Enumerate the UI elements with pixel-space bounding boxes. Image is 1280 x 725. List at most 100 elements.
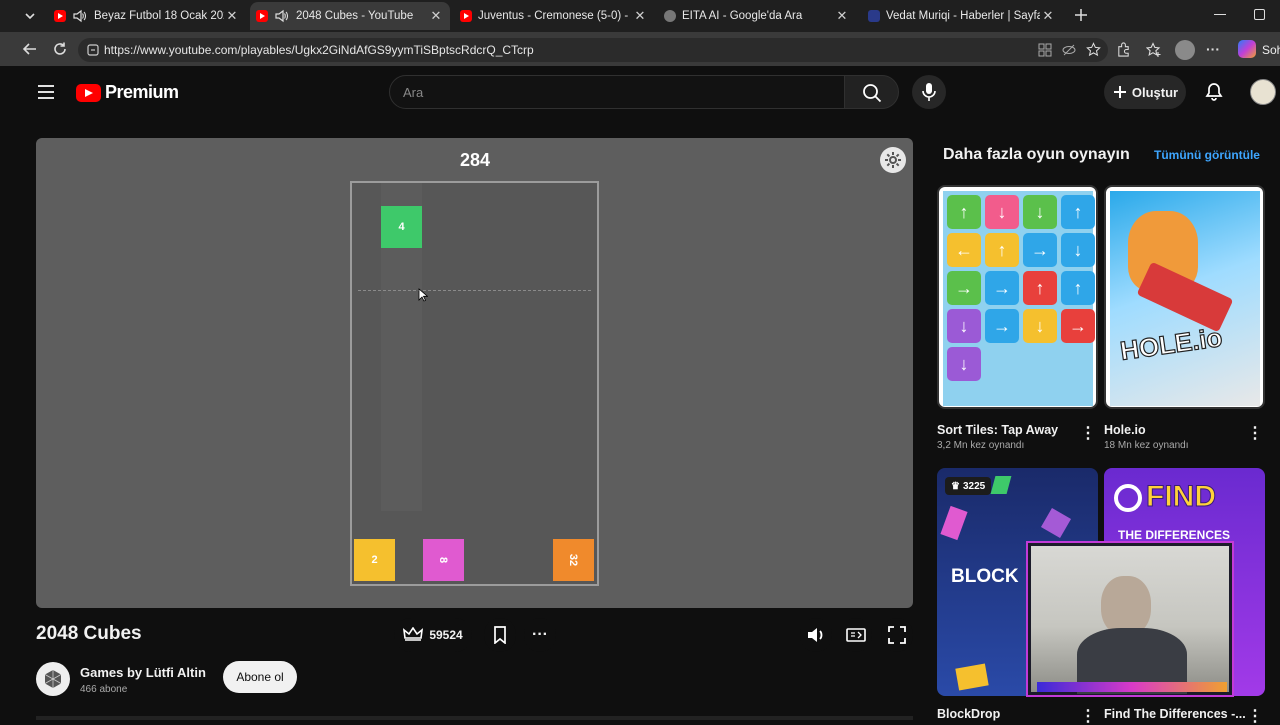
subscriber-count: 466 abone <box>80 684 128 695</box>
channel-avatar[interactable] <box>36 662 70 696</box>
tab-2048-cubes[interactable]: 2048 Cubes - YouTube ✕ <box>250 2 450 30</box>
save-button[interactable] <box>484 618 516 652</box>
game-title-find-differences[interactable]: Find The Differences -... <box>1104 707 1246 721</box>
volume-icon <box>808 628 823 642</box>
more-actions-button[interactable]: ··· <box>524 618 556 652</box>
crown-icon: ♛ <box>951 480 960 492</box>
reload-icon[interactable] <box>52 41 68 57</box>
game-plays-sort-tiles: 3,2 Mn kez oynandı <box>937 440 1025 451</box>
settings-gear-icon[interactable] <box>880 147 906 173</box>
profile-avatar-icon[interactable] <box>1175 40 1195 60</box>
copilot-label[interactable]: Soh <box>1262 43 1280 57</box>
sidebar-heading: Daha fazla oyun oynayın <box>943 146 1130 163</box>
google-icon <box>664 10 676 22</box>
sort-tiles-thumbnail: ↑ ↓ ↓ ↑ ← ↑ → ↓ → → ↑ ↑ ↓ → ↓ → ↓ <box>943 191 1095 406</box>
more-horizontal-icon: ··· <box>532 626 548 643</box>
new-tab-plus-icon[interactable] <box>1072 6 1090 24</box>
tracking-prevention-icon[interactable] <box>1062 43 1076 57</box>
game-title-sort-tiles[interactable]: Sort Tiles: Tap Away <box>937 423 1058 437</box>
fullscreen-button[interactable] <box>881 618 913 652</box>
channel-logo-icon <box>44 670 62 688</box>
extensions-icon[interactable] <box>1116 42 1131 57</box>
maximize-icon[interactable] <box>1254 9 1265 20</box>
tab-title: Vedat Muriqi - Haberler | Sayfa 4 | <box>886 10 1040 22</box>
theater-mode-button[interactable] <box>840 618 872 652</box>
tab-title: 2048 Cubes - YouTube <box>296 10 414 22</box>
game-title-hole-io[interactable]: Hole.io <box>1104 423 1146 437</box>
cube-8: 8 <box>423 539 464 581</box>
cube-4[interactable]: 4 <box>381 206 422 248</box>
create-label: Oluştur <box>1131 84 1179 100</box>
crown-icon <box>403 627 424 641</box>
search-placeholder: Ara <box>403 85 424 100</box>
copilot-icon[interactable] <box>1238 40 1256 58</box>
youtube-icon <box>460 10 472 22</box>
game-card-hole-io[interactable]: HOLE.io <box>1104 185 1265 409</box>
webcam-overlay <box>1028 543 1232 695</box>
more-vertical-icon[interactable]: ⋮ <box>1247 426 1263 442</box>
subscribe-label: Abone ol <box>236 670 284 684</box>
site-info-icon[interactable] <box>86 43 100 57</box>
bookmark-icon <box>494 626 506 644</box>
subscribe-button[interactable]: Abone ol <box>223 661 297 693</box>
close-icon[interactable]: ✕ <box>834 8 850 24</box>
game-score: 284 <box>459 150 491 170</box>
more-vertical-icon[interactable]: ⋮ <box>1247 709 1263 725</box>
create-button[interactable]: Oluştur <box>1104 75 1186 109</box>
tab-list-chevron-icon[interactable] <box>22 8 38 24</box>
game-title: 2048 Cubes <box>36 623 142 644</box>
like-count: 59524 <box>429 628 463 642</box>
notifications-bell-icon[interactable] <box>1204 82 1224 102</box>
youtube-icon <box>54 10 66 22</box>
close-icon[interactable]: ✕ <box>1040 8 1056 24</box>
tab-google-search[interactable]: EİTA AI - Google'da Ara ✕ <box>658 2 856 30</box>
like-button[interactable]: 59524 <box>394 618 472 652</box>
logo-text: Premium <box>105 82 179 102</box>
tab-juventus[interactable]: Juventus - Cremonese (5-0) - Ma... ✕ <box>454 2 654 30</box>
fullscreen-icon <box>888 626 906 644</box>
back-arrow-icon[interactable] <box>22 41 38 57</box>
favorites-icon[interactable] <box>1146 42 1162 58</box>
more-menu-icon[interactable]: ··· <box>1206 41 1220 57</box>
search-button[interactable] <box>844 75 899 109</box>
minimize-icon[interactable] <box>1214 14 1226 15</box>
channel-name[interactable]: Games by Lütfi Altin <box>80 665 206 680</box>
blockdrop-art-text: BLOCK <box>951 566 1019 587</box>
crown-badge: ♛ 3225 <box>945 477 992 495</box>
microphone-icon <box>922 83 936 101</box>
game-card-sort-tiles[interactable]: ↑ ↓ ↓ ↑ ← ↑ → ↓ → → ↑ ↑ ↓ → ↓ → ↓ <box>937 185 1098 409</box>
find-art-subtext: THE DIFFERENCES <box>1118 528 1231 542</box>
hole-io-art-text: HOLE.io <box>1118 321 1225 366</box>
cube-2: 2 <box>354 539 395 581</box>
speaker-icon[interactable] <box>72 9 86 23</box>
close-icon[interactable]: ✕ <box>224 8 240 24</box>
voice-search-button[interactable] <box>912 75 946 109</box>
close-icon[interactable]: ✕ <box>428 8 444 24</box>
cube-32: 32 <box>553 539 594 581</box>
close-icon[interactable]: ✕ <box>632 8 648 24</box>
youtube-logo[interactable]: Premium <box>76 82 179 103</box>
favorite-star-icon[interactable] <box>1086 42 1101 57</box>
drop-line <box>358 290 591 291</box>
more-vertical-icon[interactable]: ⋮ <box>1080 426 1096 442</box>
plus-icon <box>1113 86 1126 98</box>
tab-beyaz-futbol[interactable]: Beyaz Futbol 18 Ocak 2026 2... ✕ <box>48 2 246 30</box>
speaker-icon[interactable] <box>274 9 288 23</box>
hamburger-menu-icon[interactable] <box>37 84 55 100</box>
game-board[interactable]: 4 2 8 32 <box>350 181 599 586</box>
cube-value: 32 <box>567 553 580 567</box>
tab-vedat-muriqi[interactable]: Vedat Muriqi - Haberler | Sayfa 4 | ✕ <box>862 2 1062 30</box>
account-avatar[interactable] <box>1250 79 1276 105</box>
theater-mode-icon <box>846 628 866 642</box>
tab-title: Beyaz Futbol 18 Ocak 2026 2... <box>94 10 224 22</box>
search-input[interactable]: Ara <box>389 75 845 109</box>
apps-grid-icon[interactable] <box>1038 43 1052 57</box>
url-text[interactable]: https://www.youtube.com/playables/Ugkx2G… <box>104 43 534 57</box>
see-all-link[interactable]: Tümünü görüntüle <box>1154 148 1260 162</box>
tab-title: EİTA AI - Google'da Ara <box>682 10 803 22</box>
divider <box>36 716 913 720</box>
game-title-blockdrop[interactable]: BlockDrop <box>937 707 1000 721</box>
volume-button[interactable] <box>800 618 832 652</box>
badge-count: 3225 <box>962 480 986 492</box>
more-vertical-icon[interactable]: ⋮ <box>1080 709 1096 725</box>
